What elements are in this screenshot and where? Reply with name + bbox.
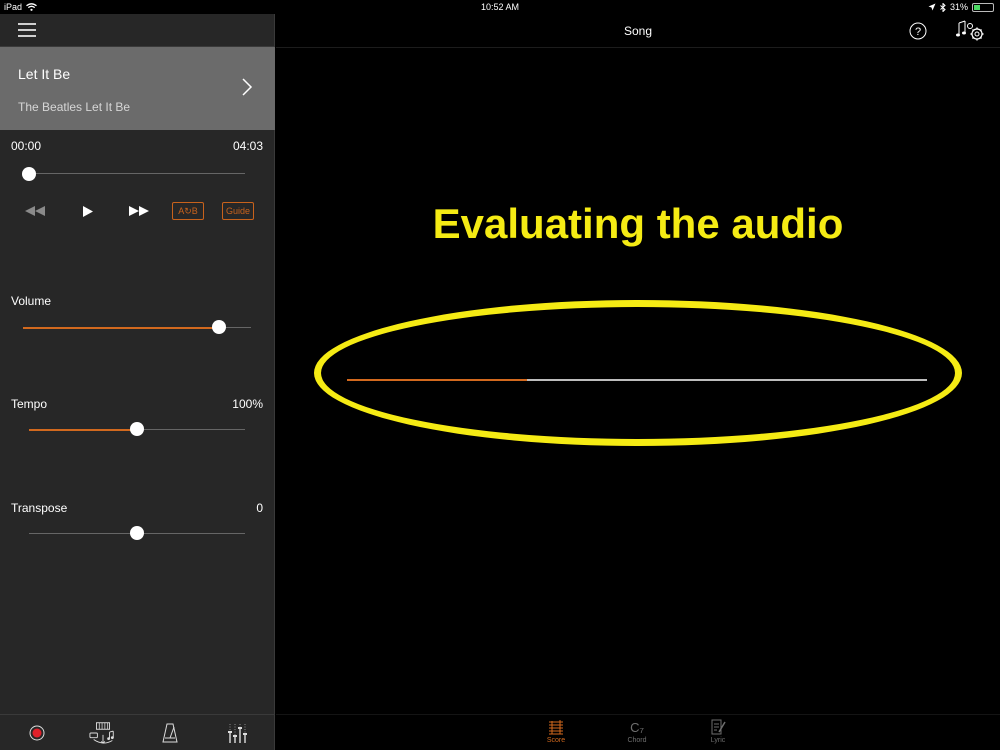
position-slider[interactable] <box>29 173 245 174</box>
evaluation-progress-bar <box>347 379 927 381</box>
record-icon <box>29 725 45 741</box>
main-area: Song ? Evaluating the audio Score C₇ Cho… <box>276 14 1000 750</box>
tab-chord[interactable]: C₇ Chord <box>617 717 657 745</box>
record-button[interactable] <box>23 719 51 747</box>
tempo-slider-knob[interactable] <box>130 422 144 436</box>
annotation-ellipse <box>314 300 962 446</box>
menu-button[interactable] <box>18 23 36 37</box>
rewind-icon <box>25 206 45 216</box>
fast-forward-button[interactable] <box>128 202 150 220</box>
mixer-button[interactable] <box>223 719 251 747</box>
volume-slider-fill <box>23 326 220 329</box>
song-subtitle: The Beatles Let It Be <box>18 100 131 114</box>
volume-label: Volume <box>11 294 52 308</box>
divider <box>276 47 1000 48</box>
chord-icon: C₇ <box>630 719 644 735</box>
mixer-icon <box>228 724 247 743</box>
left-panel: Let It Be The Beatles Let It Be 00:00 04… <box>0 14 275 750</box>
position-slider-knob[interactable] <box>22 167 36 181</box>
tab-score[interactable]: Score <box>536 717 576 744</box>
transpose-value: 0 <box>256 501 263 515</box>
tempo-slider[interactable] <box>29 422 245 436</box>
evaluation-progress-fill <box>347 379 527 381</box>
tempo-value: 100% <box>232 397 263 411</box>
volume-slider-knob[interactable] <box>212 320 227 334</box>
chevron-right-icon <box>242 78 253 96</box>
lyric-icon <box>711 719 726 735</box>
tab-lyric[interactable]: Lyric <box>698 717 738 744</box>
time-total: 04:03 <box>232 139 263 153</box>
tab-chord-label: Chord <box>627 737 647 744</box>
location-icon <box>928 3 936 11</box>
metronome-icon <box>162 723 178 743</box>
hamburger-icon-line <box>18 35 36 37</box>
ab-repeat-button[interactable]: A↻B <box>172 202 204 220</box>
play-icon <box>83 205 93 217</box>
hamburger-icon <box>18 23 36 25</box>
help-icon[interactable]: ? <box>909 22 927 40</box>
volume-slider[interactable] <box>23 320 251 334</box>
battery-icon <box>972 2 994 12</box>
guide-button[interactable]: Guide <box>222 202 254 220</box>
song-title: Let It Be <box>18 66 71 82</box>
tempo-label: Tempo <box>11 397 48 411</box>
status-right: 31% <box>928 2 994 12</box>
transpose-slider[interactable] <box>29 526 245 540</box>
song-library-icon <box>89 722 114 744</box>
status-time: 10:52 AM <box>480 2 520 12</box>
status-bar: iPad 10:52 AM 31% <box>0 0 1000 14</box>
metronome-button[interactable] <box>156 719 184 747</box>
fast-forward-icon <box>129 206 149 216</box>
song-card[interactable]: Let It Be The Beatles Let It Be <box>0 47 275 130</box>
song-settings-icon[interactable] <box>956 19 986 43</box>
play-button[interactable] <box>80 202 96 220</box>
bluetooth-icon <box>940 2 946 12</box>
left-toolbar <box>0 714 275 750</box>
transpose-slider-knob[interactable] <box>130 526 144 540</box>
score-icon <box>549 720 563 735</box>
song-library-button[interactable] <box>89 719 117 747</box>
rewind-button[interactable] <box>24 202 46 220</box>
tab-score-label: Score <box>546 737 566 744</box>
transport-controls: A↻B Guide <box>0 202 275 222</box>
annotation-title: Evaluating the audio <box>432 200 844 247</box>
tempo-slider-fill <box>29 428 137 431</box>
svg-text:?: ? <box>915 26 921 38</box>
time-elapsed: 00:00 <box>11 139 42 153</box>
tab-bar: Score C₇ Chord Lyric <box>276 714 1000 750</box>
tab-lyric-label: Lyric <box>710 737 726 744</box>
battery-percent: 31% <box>949 2 968 12</box>
hamburger-icon-line <box>18 29 36 31</box>
transpose-label: Transpose <box>11 501 68 515</box>
page-title: Song <box>623 24 653 38</box>
